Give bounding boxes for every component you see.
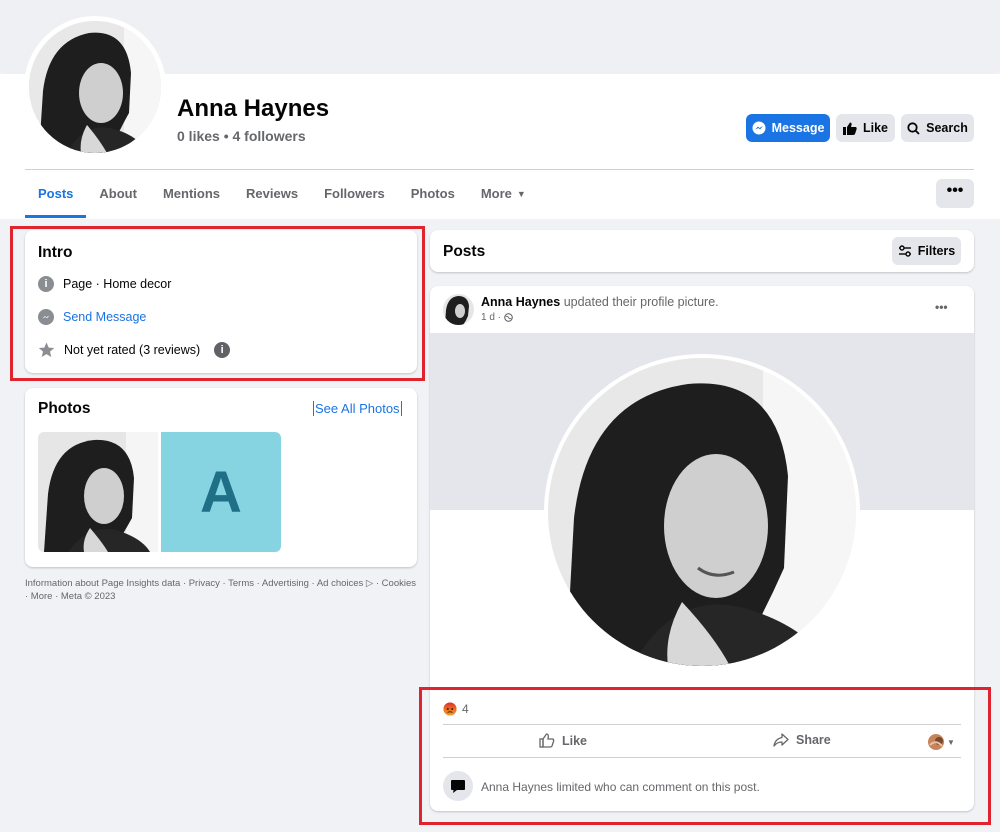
tab-posts[interactable]: Posts (25, 170, 87, 218)
photo-thumbnail-2[interactable]: A (161, 432, 281, 552)
comment-bubble-icon (451, 779, 465, 793)
comment-notice-icon-wrap (443, 771, 473, 801)
post-like-button[interactable]: Like (539, 733, 587, 748)
avatar[interactable] (29, 21, 161, 153)
post-timestamp[interactable]: 1 d · (481, 312, 501, 323)
thumbs-up-icon (842, 122, 857, 135)
rating-text: Not yet rated (3 reviews) (64, 343, 201, 357)
react-as-selector[interactable]: ▼ (927, 733, 955, 751)
post-share-label: Share (796, 733, 831, 747)
reactions-divider (443, 724, 961, 725)
post-profile-picture-image (548, 358, 856, 666)
page-stats: 0 likes • 4 followers (177, 128, 306, 144)
star-icon (38, 342, 55, 357)
comment-limit-notice: Anna Haynes limited who can comment on t… (481, 780, 760, 794)
page-more-options-button[interactable]: ••• (936, 179, 974, 208)
posts-header-card: Posts Filters (430, 230, 974, 272)
photos-title: Photos (38, 400, 91, 417)
sliders-icon (898, 245, 911, 257)
post-action-text: updated their profile picture. (563, 295, 719, 309)
photos-card: Photos See All Photos A (25, 388, 417, 567)
post-profile-picture[interactable] (548, 358, 856, 666)
messenger-icon (38, 309, 54, 325)
intro-send-message-row[interactable]: Send Message (38, 309, 146, 325)
tab-more[interactable]: More ▼ (468, 170, 539, 218)
search-icon (907, 121, 920, 135)
info-icon: i (38, 276, 54, 292)
post-options-button[interactable]: ••• (935, 300, 948, 314)
message-button-label: Message (771, 121, 825, 135)
post-timestamp-row: 1 d · (481, 312, 513, 323)
page-tabs: Posts About Mentions Reviews Followers P… (25, 170, 539, 218)
share-arrow-icon (773, 733, 789, 747)
tab-reviews[interactable]: Reviews (233, 170, 311, 218)
globe-icon (504, 313, 513, 322)
post-like-label: Like (562, 733, 588, 748)
page-title: Anna Haynes (177, 95, 330, 122)
caret-down-icon: ▼ (516, 189, 526, 200)
reactions-count: 4 (462, 702, 469, 716)
tab-about[interactable]: About (86, 170, 150, 218)
message-button[interactable]: Message (746, 114, 830, 142)
intro-category: Page · Home decor (63, 277, 172, 291)
intro-category-row: i Page · Home decor (38, 276, 171, 292)
intro-title: Intro (38, 244, 73, 261)
intro-card: Intro i Page · Home decor Send Message N… (25, 230, 417, 373)
messenger-icon (752, 121, 766, 135)
thumbs-up-outline-icon (539, 733, 555, 748)
photo-thumbnail-1[interactable] (38, 432, 158, 552)
send-message-link[interactable]: Send Message (63, 310, 146, 324)
tab-photos[interactable]: Photos (398, 170, 468, 218)
post-author-avatar[interactable] (443, 294, 474, 325)
caret-down-icon: ▼ (947, 737, 955, 747)
photo-thumbnail-2-letter: A (200, 459, 242, 525)
filters-button-label: Filters (917, 244, 956, 258)
actions-divider (443, 757, 961, 758)
post-author-name[interactable]: Anna Haynes (481, 295, 560, 309)
tab-more-label: More (480, 186, 512, 201)
rating-info-icon[interactable]: i (214, 342, 231, 358)
intro-rating-row: Not yet rated (3 reviews) i (38, 342, 231, 358)
tab-followers[interactable]: Followers (311, 170, 398, 218)
angry-reaction-icon (443, 702, 457, 716)
reactions-summary[interactable]: 4 (443, 702, 469, 716)
post-card: Anna Haynes updated their profile pictur… (430, 286, 974, 811)
posts-title: Posts (443, 243, 486, 260)
filters-button[interactable]: Filters (892, 237, 961, 265)
post-share-button[interactable]: Share (773, 733, 831, 747)
tab-mentions[interactable]: Mentions (150, 170, 233, 218)
like-page-button[interactable]: Like (836, 114, 895, 142)
post-author-avatar-image (443, 294, 474, 325)
like-page-button-label: Like (862, 121, 888, 135)
search-button-label: Search (926, 121, 968, 135)
photo-thumbnail-1-image (38, 432, 158, 552)
avatar-photo (29, 21, 161, 153)
footer-links[interactable]: Information about Page Insights data · P… (25, 578, 417, 603)
see-all-photos-link[interactable]: See All Photos (313, 401, 402, 416)
react-as-avatar-icon (928, 734, 944, 750)
search-button[interactable]: Search (901, 114, 974, 142)
post-header-line: Anna Haynes updated their profile pictur… (481, 295, 719, 309)
